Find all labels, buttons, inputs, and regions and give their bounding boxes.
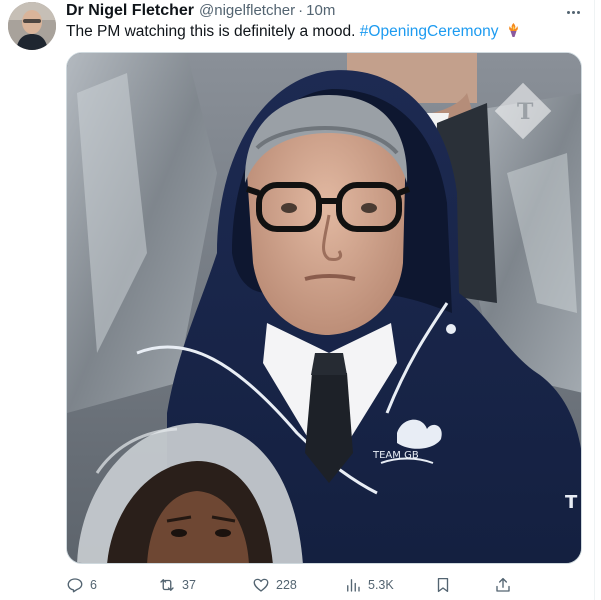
svg-text:T: T bbox=[565, 492, 578, 513]
share-icon bbox=[496, 577, 510, 592]
dot-icon bbox=[571, 10, 575, 14]
svg-text:T: T bbox=[517, 99, 534, 125]
avatar-image bbox=[8, 2, 56, 50]
repost-count: 37 bbox=[182, 578, 196, 592]
reply-button[interactable]: 6 bbox=[66, 574, 97, 596]
tweet-actions: 6 37 228 5.3K bbox=[66, 574, 516, 596]
heart-icon bbox=[253, 578, 269, 592]
dot-icon bbox=[576, 10, 580, 14]
share-button[interactable] bbox=[494, 574, 512, 596]
photo-scene: T TEAM GB T bbox=[67, 53, 581, 563]
reply-count: 6 bbox=[90, 578, 97, 592]
repost-icon bbox=[160, 579, 174, 591]
tweet-text: The PM watching this is definitely a moo… bbox=[66, 22, 521, 44]
meta-separator: · bbox=[298, 2, 304, 19]
avatar[interactable] bbox=[8, 2, 56, 50]
like-count: 228 bbox=[276, 578, 297, 592]
tweet-body: The PM watching this is definitely a moo… bbox=[66, 23, 356, 40]
author-display-name[interactable]: Dr Nigel Fletcher bbox=[66, 2, 194, 20]
more-options-button[interactable] bbox=[563, 4, 583, 20]
repost-button[interactable]: 37 bbox=[158, 574, 196, 596]
view-count: 5.3K bbox=[368, 578, 394, 592]
tweet-header: Dr Nigel Fletcher @nigelfletcher · 10m bbox=[66, 2, 335, 24]
timeline-border bbox=[594, 0, 595, 600]
torch-emoji-icon bbox=[506, 22, 521, 44]
author-handle[interactable]: @nigelfletcher bbox=[199, 2, 295, 19]
like-button[interactable]: 228 bbox=[252, 574, 297, 596]
tweet-timestamp[interactable]: 10m bbox=[306, 2, 335, 19]
views-button[interactable]: 5.3K bbox=[344, 574, 394, 596]
tweet-photo[interactable]: T TEAM GB T bbox=[66, 52, 582, 564]
dot-icon bbox=[566, 10, 570, 14]
views-icon bbox=[347, 579, 360, 592]
reply-icon bbox=[67, 578, 83, 593]
bookmark-icon bbox=[437, 577, 449, 593]
hashtag-link[interactable]: #OpeningCeremony bbox=[360, 23, 499, 40]
bookmark-button[interactable] bbox=[434, 574, 452, 596]
